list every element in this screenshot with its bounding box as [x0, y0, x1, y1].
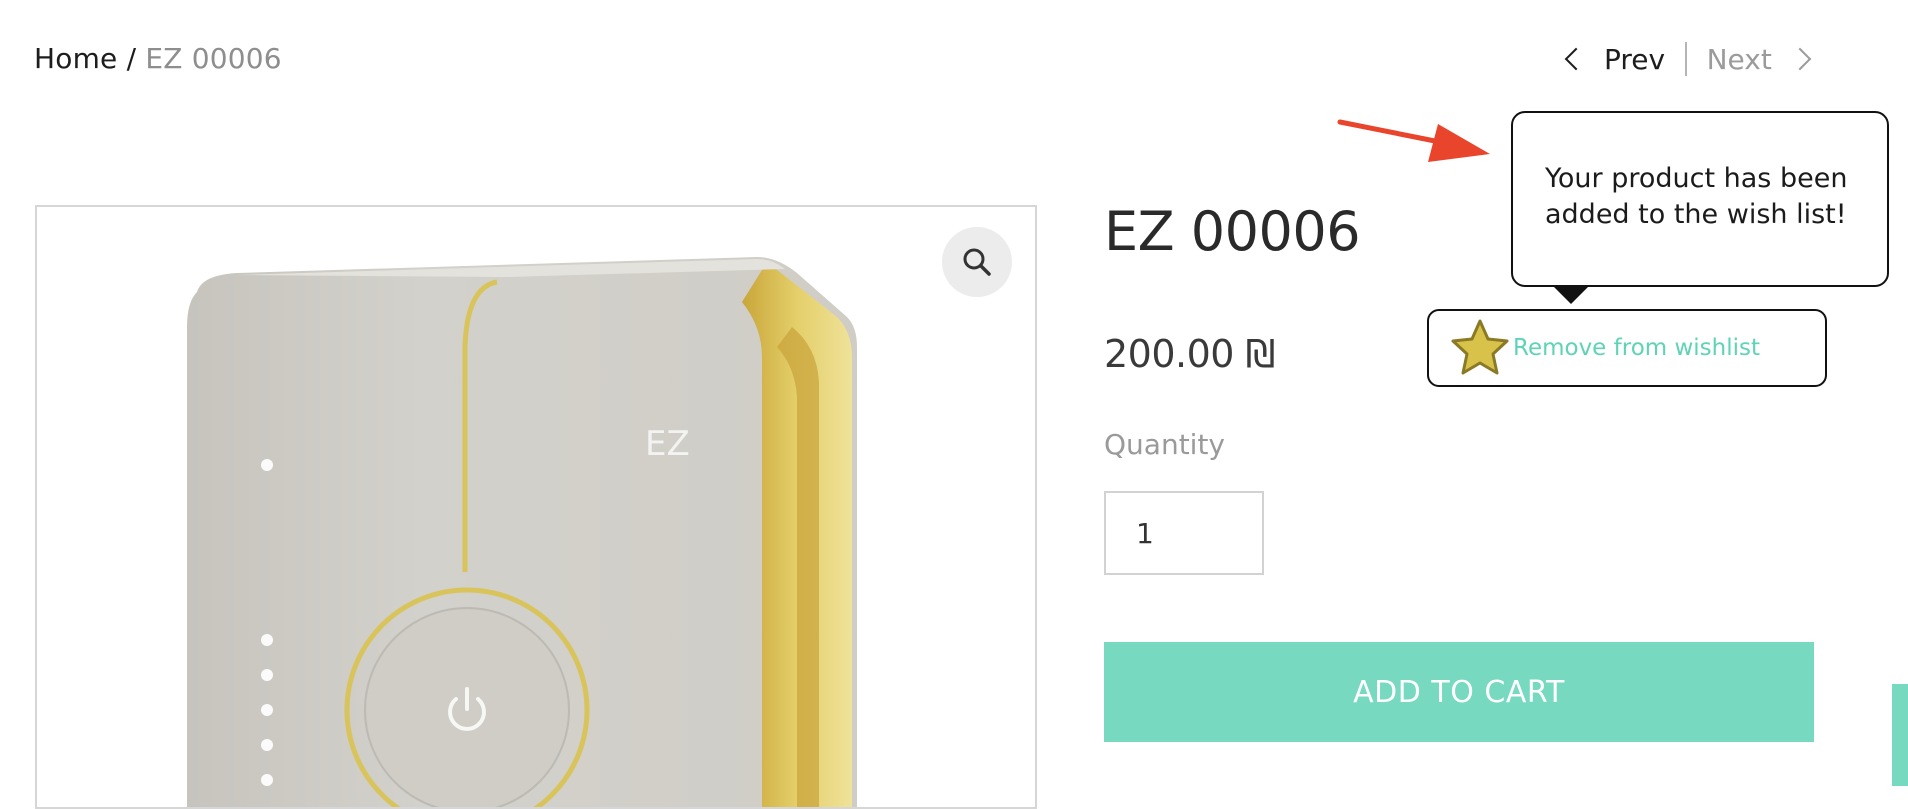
quantity-input[interactable] [1104, 491, 1264, 575]
prev-link[interactable]: Prev [1564, 42, 1666, 76]
product-pager: Prev Next [1564, 42, 1812, 76]
search-icon [963, 248, 991, 276]
quantity-label: Quantity [1104, 428, 1225, 461]
star-icon [1449, 317, 1511, 379]
product-price: 200.00 ₪ [1104, 332, 1275, 376]
product-image-frame[interactable]: EZ [35, 205, 1037, 809]
breadcrumb-current: EZ 00006 [145, 42, 282, 75]
next-link[interactable]: Next [1706, 42, 1812, 76]
chevron-right-icon [1788, 47, 1812, 71]
breadcrumb-separator: / [117, 42, 146, 75]
zoom-button[interactable] [942, 227, 1012, 297]
prev-label: Prev [1604, 42, 1666, 76]
chevron-left-icon [1564, 47, 1588, 71]
product-title: EZ 00006 [1104, 200, 1361, 263]
tooltip-tail [1553, 286, 1589, 304]
add-to-cart-button[interactable]: ADD TO CART [1104, 642, 1814, 742]
pager-divider [1685, 42, 1687, 76]
remove-from-wishlist-button[interactable]: Remove from wishlist [1427, 309, 1827, 387]
remove-from-wishlist-label: Remove from wishlist [1513, 335, 1761, 361]
device-logo: EZ [645, 424, 690, 464]
wishlist-tooltip: Your product has been added to the wish … [1511, 111, 1889, 287]
next-label: Next [1706, 42, 1772, 76]
arrow-annotation [1337, 119, 1490, 162]
side-tab[interactable] [1892, 684, 1908, 786]
product-image: EZ [187, 257, 857, 807]
breadcrumb-home-link[interactable]: Home [34, 42, 118, 75]
breadcrumb: Home / EZ 00006 [34, 42, 282, 75]
